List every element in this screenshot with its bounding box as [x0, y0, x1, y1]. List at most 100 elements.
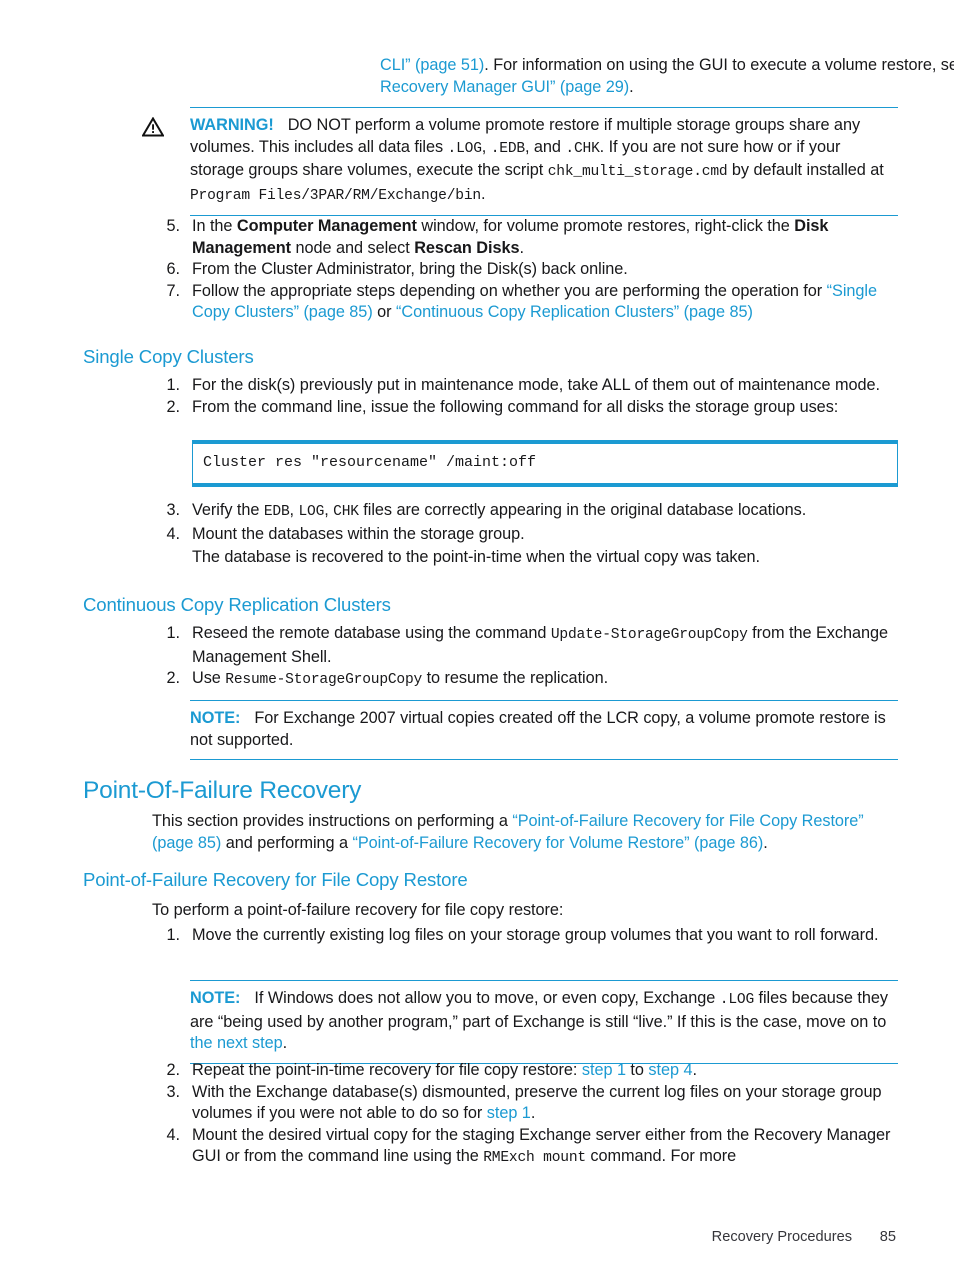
code-chk: CHK — [333, 504, 359, 520]
link-step-1[interactable]: step 1 — [487, 1104, 531, 1122]
link-step-4[interactable]: step 4 — [648, 1061, 692, 1079]
list-item: 2. Repeat the point-in-time recovery for… — [152, 1060, 898, 1082]
step-seg: . — [530, 1104, 536, 1122]
warning-part-6: . — [480, 184, 486, 203]
list-item: 1. For the disk(s) previously put in mai… — [152, 375, 898, 397]
continuous-copy-steps: 1. Reseed the remote database using the … — [152, 623, 898, 692]
step-seg: window, for volume promote restores, rig… — [416, 217, 795, 235]
heading-pof-file-copy-restore: Point-of-Failure Recovery for File Copy … — [83, 869, 468, 890]
step-text: Mount the desired virtual copy for the s… — [192, 1126, 890, 1167]
step-seg: With the Exchange database(s) dismounted… — [192, 1082, 882, 1123]
step-number: 1. — [166, 376, 181, 394]
intro-text-a: . For information on using the GUI to ex… — [484, 56, 954, 74]
step-text: Mount the databases within the storage g… — [192, 524, 525, 543]
list-item: 7. Follow the appropriate steps dependin… — [152, 281, 898, 324]
pof-intro-c: . — [763, 833, 768, 852]
steps-5-7-list: 5. In the Computer Management window, fo… — [152, 216, 898, 324]
step-text: Repeat the point-in-time recovery for fi… — [192, 1061, 697, 1079]
step-seg: or — [372, 303, 397, 321]
step-number: 3. — [166, 1082, 181, 1101]
code-log: LOG — [298, 504, 325, 520]
step-number: 2. — [166, 397, 181, 416]
step-text: Use Resume-StorageGroupCopy to resume th… — [192, 669, 609, 688]
warning-part-2: , — [481, 137, 491, 156]
code-edb: EDB — [263, 504, 290, 520]
link-the-next-step[interactable]: the next step — [190, 1034, 283, 1052]
warning-admonition: WARNING! DO NOT perform a volume promote … — [141, 107, 898, 216]
warning-body: DO NOT perform a volume promote restore … — [190, 116, 884, 204]
link-cli-page-51[interactable]: CLI” (page 51) — [380, 56, 484, 74]
list-item: 4. Mount the desired virtual copy for th… — [152, 1125, 898, 1170]
heading-point-of-failure-recovery: Point-Of-Failure Recovery — [83, 777, 362, 804]
step-seg: node and select — [291, 238, 415, 257]
step-text: Follow the appropriate steps depending o… — [192, 282, 877, 322]
step-seg: to — [625, 1061, 649, 1079]
step-text: From the Cluster Administrator, bring th… — [192, 260, 628, 278]
warning-code-script: chk_multi_storage.cmd — [547, 164, 728, 180]
step-seg: Verify the — [192, 501, 264, 519]
step-number: 2. — [166, 669, 181, 687]
footer-page-number: 85 — [879, 1229, 896, 1245]
step-seg: Use — [192, 669, 226, 687]
step-seg-bold: Rescan Disks — [414, 238, 520, 257]
list-item: 1. Reseed the remote database using the … — [152, 623, 898, 668]
code-log: .LOG — [719, 992, 755, 1008]
heading-continuous-copy-replication-clusters: Continuous Copy Replication Clusters — [83, 594, 391, 615]
list-item: 4. Mount the databases within the storag… — [152, 524, 898, 569]
step-seg: In the — [192, 217, 237, 235]
note-label: NOTE: — [190, 989, 241, 1007]
step-text: Verify the EDB, LOG, CHK files are corre… — [192, 501, 807, 520]
step-text: Move the currently existing log files on… — [192, 926, 879, 944]
link-step-1[interactable]: step 1 — [582, 1061, 626, 1079]
list-item: 3. Verify the EDB, LOG, CHK files are co… — [152, 500, 898, 524]
step-seg: command. For more — [585, 1147, 737, 1165]
list-item: 2. From the command line, issue the foll… — [152, 397, 898, 419]
step-seg: files are correctly appearing in the ori… — [358, 501, 807, 519]
single-copy-steps-3-4: 3. Verify the EDB, LOG, CHK files are co… — [152, 500, 898, 569]
step-seg-bold: Computer Management — [236, 217, 417, 235]
warning-code-edb: .EDB — [490, 140, 525, 157]
link-pof-volume-restore[interactable]: “Point-of-Failure Recovery for Volume Re… — [352, 834, 763, 852]
list-item: 5. In the Computer Management window, fo… — [152, 216, 898, 259]
step-text: With the Exchange database(s) dismounted… — [192, 1082, 882, 1123]
step-seg: . — [519, 238, 525, 257]
step-number: 4. — [166, 1125, 181, 1144]
step-seg: to resume the replication. — [422, 669, 609, 687]
step-seg: Follow the appropriate steps depending o… — [192, 281, 827, 300]
note-label: NOTE: — [190, 709, 241, 727]
intro-text-b: . — [629, 77, 634, 96]
warning-label: WARNING! — [190, 116, 274, 134]
step-seg: , — [289, 501, 299, 519]
step-seg: Repeat the point-in-time recovery for fi… — [192, 1061, 582, 1079]
code-resume-storagegroupcopy: Resume-StorageGroupCopy — [225, 672, 423, 688]
step-text: In the Computer Management window, for v… — [192, 217, 829, 257]
list-item: 2. Use Resume-StorageGroupCopy to resume… — [152, 668, 898, 692]
step-number: 7. — [166, 281, 181, 300]
warning-code-chk: .CHK — [565, 140, 600, 157]
pof-intro-a: This section provides instructions on pe… — [152, 812, 513, 830]
warning-part-3: , and — [524, 137, 566, 156]
pof-intro-paragraph: This section provides instructions on pe… — [152, 811, 898, 854]
step-number: 5. — [166, 217, 181, 235]
note-body: If Windows does not allow you to move, o… — [190, 989, 888, 1052]
note-admonition-lcr: NOTE: For Exchange 2007 virtual copies cr… — [190, 700, 898, 760]
step-text: Reseed the remote database using the com… — [192, 624, 888, 666]
step-seg: Reseed the remote database using the com… — [192, 624, 551, 642]
step-number: 3. — [166, 501, 181, 519]
code-update-storagegroupcopy: Update-StorageGroupCopy — [550, 627, 748, 643]
step-number: 1. — [166, 926, 181, 944]
code-line: Cluster res "resourcename" /maint:off — [203, 454, 537, 471]
page-footer: Recovery Procedures 85 — [0, 1229, 954, 1245]
document-page: CLI” (page 51). For information on using… — [0, 0, 954, 1271]
pof-file-copy-lead: To perform a point-of-failure recovery f… — [152, 901, 564, 919]
warning-triangle-icon — [141, 116, 165, 137]
link-continuous-copy-replication-clusters[interactable]: “Continuous Copy Replication Clusters” (… — [396, 303, 753, 321]
pof-file-copy-steps-2-4: 2. Repeat the point-in-time recovery for… — [152, 1060, 898, 1170]
pof-file-copy-step-1: 1. Move the currently existing log files… — [152, 925, 898, 947]
step-text: For the disk(s) previously put in mainte… — [192, 376, 880, 394]
step-number: 4. — [166, 524, 181, 543]
list-item: 1. Move the currently existing log files… — [152, 925, 898, 947]
step-number: 1. — [166, 624, 181, 642]
pof-intro-b: and performing a — [221, 833, 353, 852]
step-number: 6. — [166, 260, 181, 278]
